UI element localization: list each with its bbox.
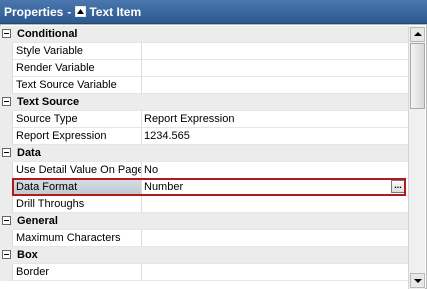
gutter <box>0 196 13 213</box>
property-value[interactable] <box>143 77 408 93</box>
property-value[interactable]: No <box>143 162 408 178</box>
property-value[interactable] <box>143 60 408 76</box>
property-value[interactable] <box>143 264 408 280</box>
category-conditional[interactable]: Conditional <box>0 26 408 43</box>
scrollbar-thumb[interactable] <box>410 43 425 109</box>
gutter <box>0 230 13 247</box>
gutter <box>0 60 13 77</box>
property-row-border[interactable]: Border <box>0 264 408 281</box>
text-item-icon <box>75 6 87 17</box>
property-name: Source Type <box>13 111 142 127</box>
property-row-report-expression[interactable]: Report Expression 1234.565 <box>0 128 408 145</box>
gutter <box>0 247 13 264</box>
gutter <box>0 94 13 111</box>
property-row-style-variable[interactable]: Style Variable <box>0 43 408 60</box>
title-separator: - <box>67 4 72 19</box>
collapse-icon[interactable] <box>2 97 11 106</box>
gutter <box>0 43 13 60</box>
category-text-source[interactable]: Text Source <box>0 94 408 111</box>
property-row-data-format[interactable]: Data Format Number ... <box>0 179 408 196</box>
gutter <box>0 111 13 128</box>
property-value[interactable]: 1234.565 <box>143 128 408 144</box>
property-row-render-variable[interactable]: Render Variable <box>0 60 408 77</box>
category-general[interactable]: General <box>0 213 408 230</box>
gutter <box>0 77 13 94</box>
property-name: Render Variable <box>13 60 142 76</box>
category-data[interactable]: Data <box>0 145 408 162</box>
category-label: Text Source <box>17 96 80 108</box>
properties-title-bar: Properties - Text Item <box>0 0 427 24</box>
ellipsis-button[interactable]: ... <box>391 180 405 193</box>
property-value[interactable] <box>143 43 408 59</box>
property-name: Maximum Characters <box>13 230 142 246</box>
up-arrow-icon <box>414 32 422 36</box>
gutter <box>0 128 13 145</box>
selected-item-label: Text Item <box>89 4 142 19</box>
property-name: Text Source Variable <box>13 77 142 93</box>
collapse-icon[interactable] <box>2 148 11 157</box>
vertical-scrollbar[interactable] <box>408 26 425 289</box>
property-value[interactable] <box>143 230 408 246</box>
gutter <box>0 213 13 230</box>
gutter <box>0 264 13 281</box>
category-label: General <box>17 215 58 227</box>
category-label: Conditional <box>17 28 78 40</box>
property-name: Use Detail Value On Page <box>13 162 142 178</box>
property-name: Drill Throughs <box>13 196 142 212</box>
property-row-text-source-variable[interactable]: Text Source Variable <box>0 77 408 94</box>
scroll-up-button[interactable] <box>410 27 425 42</box>
category-label: Data <box>17 147 41 159</box>
gutter <box>0 162 13 179</box>
property-value[interactable]: Number <box>143 179 408 195</box>
property-row-source-type[interactable]: Source Type Report Expression <box>0 111 408 128</box>
scroll-down-button[interactable] <box>410 273 425 288</box>
property-grid: Conditional Style Variable Render Variab… <box>0 26 408 289</box>
property-row-maximum-characters[interactable]: Maximum Characters <box>0 230 408 247</box>
category-box[interactable]: Box <box>0 247 408 264</box>
property-name: Report Expression <box>13 128 142 144</box>
collapse-icon[interactable] <box>2 29 11 38</box>
gutter <box>0 145 13 162</box>
property-value[interactable]: Report Expression <box>143 111 408 127</box>
property-row-drill-throughs[interactable]: Drill Throughs <box>0 196 408 213</box>
property-name: Data Format <box>13 179 142 195</box>
collapse-icon[interactable] <box>2 216 11 225</box>
category-label: Box <box>17 249 38 261</box>
gutter <box>0 26 13 43</box>
gutter <box>0 179 13 196</box>
property-value[interactable] <box>143 196 408 212</box>
collapse-icon[interactable] <box>2 250 11 259</box>
property-name: Style Variable <box>13 43 142 59</box>
down-arrow-icon <box>414 279 422 283</box>
property-name: Border <box>13 264 142 280</box>
property-row-use-detail-value[interactable]: Use Detail Value On Page No <box>0 162 408 179</box>
properties-title: Properties <box>4 4 64 19</box>
